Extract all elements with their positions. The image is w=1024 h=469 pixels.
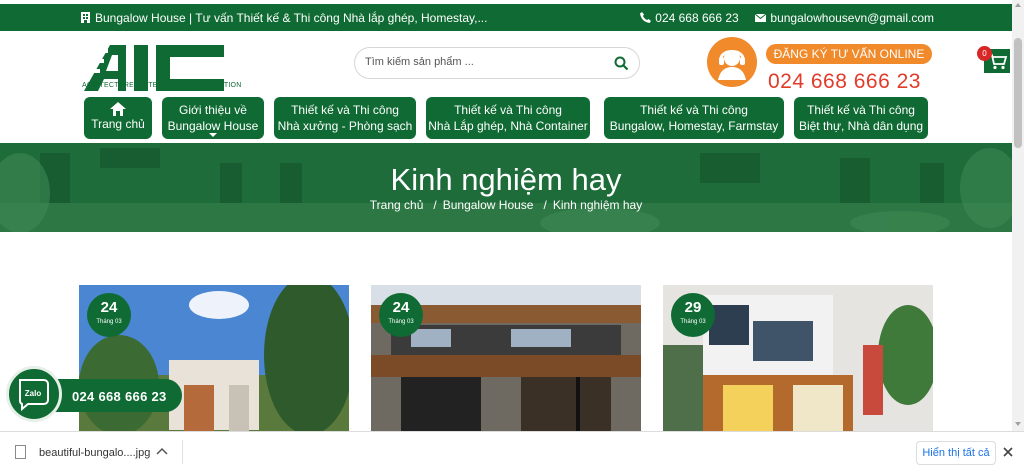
nav-bungalow-line2: Bungalow, Homestay, Farmstay (609, 119, 779, 133)
scroll-up-arrow-icon[interactable] (1015, 3, 1021, 7)
breadcrumb-bungalow-house[interactable]: Bungalow House (443, 198, 534, 212)
nav-factory-line2: Nhà xưởng - Phòng sạch (277, 119, 413, 133)
hotline-phone[interactable]: 024 668 666 23 (768, 70, 921, 94)
breadcrumb: Trang chủ / Bungalow House / Kinh nghiệm hay (0, 198, 1012, 212)
nav-home-label: Trang chủ (91, 117, 145, 131)
post-month: Tháng 03 (388, 319, 414, 325)
scrollbar-thumb[interactable] (1014, 38, 1022, 148)
post-date-badge: 24 Tháng 03 (87, 293, 131, 337)
post-day: 24 (100, 299, 118, 316)
search-input[interactable] (365, 56, 605, 68)
download-bar: beautiful-bungalo....jpg Hiển thị tất cả (0, 431, 1024, 469)
main-nav: Trang chủ Giới thiệu về Bungalow House T… (0, 96, 1012, 142)
contact-group: 024 668 666 23 bungalowhousevn@gmail.com (640, 11, 934, 25)
breadcrumb-separator: / (433, 198, 437, 212)
nav-about-line1: Giới thiệu về (179, 103, 247, 117)
scroll-down-arrow-icon[interactable] (1015, 422, 1021, 426)
close-icon[interactable] (1002, 446, 1014, 458)
nav-factory[interactable]: Thiết kế và Thi công Nhà xưởng - Phòng s… (274, 97, 416, 139)
page-banner: Kinh nghiệm hay Trang chủ / Bungalow House… (0, 143, 1012, 232)
show-all-button[interactable]: Hiển thị tất cả (916, 441, 996, 465)
topbar-email[interactable]: bungalowhousevn@gmail.com (770, 11, 934, 25)
divider (182, 440, 183, 464)
nav-prefab-line1: Thiết kế và Thi công (454, 103, 562, 117)
file-icon (15, 445, 26, 459)
breadcrumb-current: Kinh nghiệm hay (552, 198, 643, 212)
nav-about-line2: Bungalow House (167, 119, 259, 133)
zalo-icon[interactable]: Zalo (16, 376, 52, 412)
nav-factory-line1: Thiết kế và Thi công (291, 103, 399, 117)
post-date-badge: 29 Tháng 03 (671, 293, 715, 337)
building-icon (81, 12, 90, 23)
breadcrumb-separator: / (543, 198, 547, 212)
nav-home[interactable]: Trang chủ (84, 97, 152, 139)
topbar-phone[interactable]: 024 668 666 23 (655, 11, 738, 25)
nav-villa-line2: Biệt thự, Nhà dân dụng (798, 119, 924, 133)
nav-about[interactable]: Giới thiệu về Bungalow House (162, 97, 264, 139)
site-title-group: Bungalow House | Tư vấn Thiết kế & Thi c… (80, 11, 487, 25)
post-card[interactable]: 24 Tháng 03 (371, 285, 641, 431)
chevron-up-icon[interactable] (156, 446, 168, 456)
page-title: Kinh nghiệm hay (390, 162, 622, 197)
post-month: Tháng 03 (680, 319, 706, 325)
envelope-icon (755, 13, 767, 22)
nav-villa[interactable]: Thiết kế và Thi công Biệt thự, Nhà dân d… (794, 97, 928, 139)
page: Bungalow House | Tư vấn Thiết kế & Thi c… (0, 0, 1024, 469)
site-title: Bungalow House | Tư vấn Thiết kế & Thi c… (95, 11, 488, 25)
headset-support-icon (707, 37, 757, 87)
logo-tagline: ACHITECTURE - INTERIOR - CONSTRUCTION (82, 82, 242, 89)
post-month: Tháng 03 (96, 319, 122, 325)
zalo-label: Zalo (25, 389, 42, 398)
nav-villa-line1: Thiết kế và Thi công (807, 103, 915, 117)
download-file-name[interactable]: beautiful-bungalo....jpg (39, 447, 150, 459)
phone-icon (640, 12, 652, 23)
post-day: 29 (684, 299, 702, 316)
nav-prefab-line2: Nhà Lắp ghép, Nhà Container (428, 119, 588, 133)
post-date-badge: 24 Tháng 03 (379, 293, 423, 337)
top-bar: Bungalow House | Tư vấn Thiết kế & Thi c… (0, 4, 1012, 31)
consult-online-button[interactable]: ĐĂNG KÝ TƯ VẤN ONLINE (766, 44, 932, 64)
chevron-down-icon (209, 133, 217, 137)
nav-bungalow-homestay[interactable]: Thiết kế và Thi công Bungalow, Homestay,… (604, 97, 784, 139)
breadcrumb-home[interactable]: Trang chủ (370, 198, 424, 212)
nav-bungalow-line1: Thiết kế và Thi công (640, 103, 748, 117)
post-day: 24 (392, 299, 410, 316)
search-box[interactable] (354, 47, 640, 79)
home-icon (110, 102, 126, 116)
cart-count-badge: 0 (977, 46, 992, 61)
zalo-phone[interactable]: 024 668 666 23 (72, 389, 167, 404)
post-card[interactable]: 29 Tháng 03 (663, 285, 933, 431)
search-icon[interactable] (614, 56, 629, 71)
nav-prefab-container[interactable]: Thiết kế và Thi công Nhà Lắp ghép, Nhà C… (426, 97, 590, 139)
vertical-scrollbar[interactable] (1012, 0, 1024, 431)
